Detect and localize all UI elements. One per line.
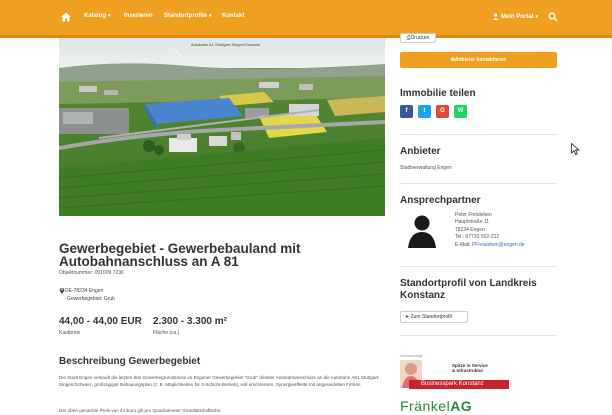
contact-email-row: E-Mail: PFreisleben@engen.de: [455, 242, 525, 249]
nav-item-standortprofile[interactable]: Standortprofile ▾: [164, 13, 212, 19]
nav-item-label: Katalog: [84, 13, 107, 19]
user-icon: [492, 13, 499, 20]
listing-photo[interactable]: Autobahn A1 Stuttgart-Singen/Schweiz: [59, 38, 385, 216]
facebook-icon[interactable]: f: [400, 105, 413, 118]
object-number: Objektnummer: 091009 7236: [59, 270, 124, 276]
photo-caption: Autobahn A1 Stuttgart-Singen/Schweiz: [191, 42, 260, 47]
nav-item-katalog[interactable]: Katalog ▾: [84, 13, 111, 19]
ad-brand-logo: FränkelAG: [400, 398, 472, 414]
aerial-photo-image: [59, 38, 385, 216]
location-profile-button[interactable]: ➤ Zum Standortprofil: [400, 311, 468, 323]
share-heading: Immobilie teilen: [400, 88, 476, 99]
area-label: Fläche (ca.): [153, 330, 180, 336]
nav-item-label: Standortprofile: [164, 13, 207, 19]
ad-brand-name: Fränkel: [400, 398, 451, 414]
price-label: Kaufpreis: [59, 330, 81, 336]
chevron-down-icon: ▾: [209, 13, 212, 19]
googleplus-icon[interactable]: G: [436, 105, 449, 118]
divider: [400, 335, 557, 336]
price-value: 44,00 - 44,00 EUR: [59, 316, 142, 327]
mouse-cursor-icon: [571, 143, 580, 155]
home-icon[interactable]: [60, 11, 72, 23]
whatsapp-icon[interactable]: W: [454, 105, 467, 118]
ad-label: Werbeanzeige: [400, 354, 423, 358]
nav-item-inserieren[interactable]: Inserieren: [124, 13, 153, 19]
nav-item-label: Inserieren: [124, 13, 153, 19]
nav-item-label: Kontakt: [222, 13, 245, 19]
provider-name: Stadtverwaltung Engen: [400, 165, 452, 171]
description-heading: Beschreibung Gewerbegebiet: [59, 356, 201, 367]
ad-slogan-line2: & Infrastruktur: [452, 368, 484, 373]
contact-phone: Tel.: 07733 502-212: [455, 234, 500, 241]
chevron-down-icon: ▾: [108, 13, 111, 19]
person-silhouette-icon: [408, 215, 436, 248]
nav-item-mein-portal[interactable]: Mein Portal ▾: [492, 13, 538, 20]
advertisement-banner[interactable]: Spitze in Service & Infrastruktur Busine…: [400, 360, 515, 415]
location-profile-heading: Standortprofil von Landkreis Konstanz: [400, 278, 537, 301]
email-prefix: E-Mail:: [455, 241, 472, 248]
nav-item-label: Mein Portal: [501, 13, 534, 20]
search-icon[interactable]: [548, 12, 558, 22]
contact-button-label: Anbieter kontaktieren: [454, 57, 507, 63]
contact-provider-button[interactable]: ✉Anbieter kontaktieren: [400, 52, 557, 68]
twitter-icon[interactable]: t: [418, 105, 431, 118]
contact-street: Hauptstraße 11: [455, 219, 490, 226]
contact-city: 78234 Engen: [455, 226, 485, 233]
contact-name: Peter Freisleben: [455, 212, 492, 218]
location-postcode: DE-78234 Engen: [65, 288, 104, 294]
email-link[interactable]: PFreisleben@engen.de: [472, 242, 525, 248]
contact-details: Peter Freisleben Hauptstraße 11 78234 En…: [455, 212, 525, 249]
description-text: Die Stadt Engen verkauft die letzten dre…: [59, 375, 380, 387]
area-value: 2.300 - 3.300 m²: [153, 316, 227, 327]
ad-slogan: Spitze in Service & Infrastruktur: [452, 363, 488, 373]
description-text-2: Der oben genannte Preis von 44 Euro gilt…: [59, 408, 222, 413]
print-label: Drucken: [410, 35, 430, 41]
divider: [400, 134, 557, 135]
location-profile-button-label: Zum Standortprofil: [410, 314, 452, 320]
contact-person-heading: Ansprechpartner: [400, 195, 481, 206]
divider: [400, 266, 557, 267]
print-button[interactable]: ⎙Drucken: [400, 33, 436, 43]
ad-red-banner: Businesspark Konstanz: [409, 380, 509, 389]
provider-heading: Anbieter: [400, 146, 441, 157]
listing-title: Gewerbegebiet - Gewerbebauland mit Autob…: [59, 241, 301, 269]
nav-item-kontakt[interactable]: Kontakt: [222, 13, 244, 19]
divider: [400, 183, 557, 184]
location-area: Gewerbegebiet: Grub: [67, 296, 115, 302]
chevron-down-icon: ▾: [535, 13, 538, 20]
ad-brand-suffix: AG: [450, 398, 473, 414]
